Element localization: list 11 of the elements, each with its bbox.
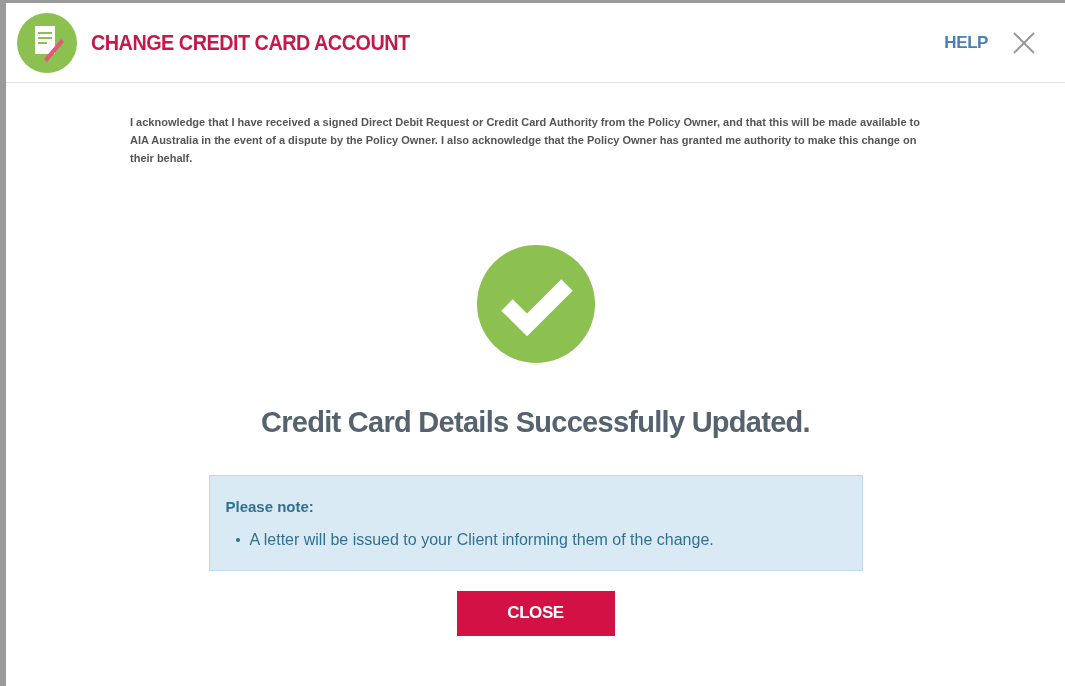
document-pencil-icon <box>17 12 77 73</box>
success-message: Credit Card Details Successfully Updated. <box>260 405 811 440</box>
note-heading: Please note: <box>225 496 315 517</box>
acknowledgement-text: I acknowledge that I have received a signed Direct Debit Request or Credit Card Authority from the Policy Owner, and that this will be made available to AIA Australia in the event of a dispute by the Policy Owner. I also acknowledge that the Policy Owner has granted me authority to make this change on their behalf. <box>130 115 921 166</box>
close-icon[interactable] <box>1012 30 1036 55</box>
note-item: A letter will be issued to your Client informing them of the change. <box>249 530 714 550</box>
help-link[interactable]: HELP <box>944 29 988 56</box>
bullet-icon <box>235 538 240 542</box>
checkmark-icon <box>476 245 595 363</box>
dialog-title: CHANGE CREDIT CARD ACCOUNT <box>91 29 410 57</box>
close-button[interactable]: CLOSE <box>456 590 615 636</box>
